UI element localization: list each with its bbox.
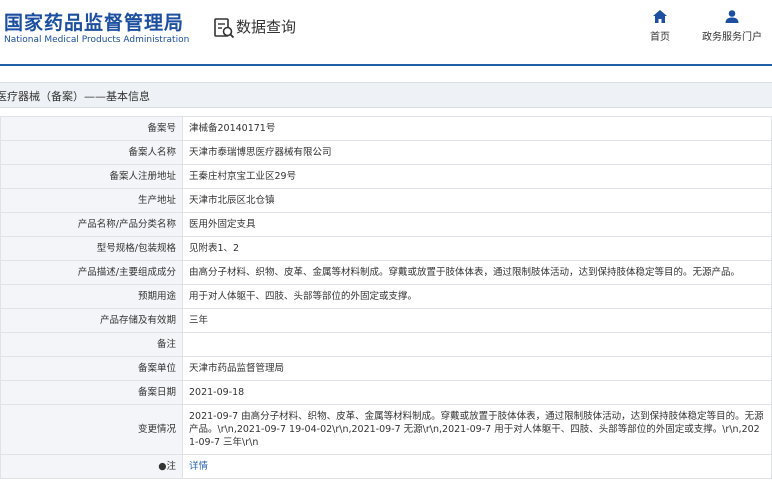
row-value: 天津市北辰区北仓镇 <box>182 188 772 213</box>
row-value: 天津市泰瑞博思医疗器械有限公司 <box>182 140 772 165</box>
table-row: ●注 详情 <box>0 454 772 479</box>
row-label: 备案单位 <box>0 356 183 381</box>
table-row: 备注 <box>0 332 772 357</box>
table-row: 产品存储及有效期 三年 <box>0 308 772 333</box>
site-header: 国家药品监督管理局 National Medical Products Admi… <box>0 0 772 66</box>
row-value: 由高分子材料、织物、皮革、金属等材料制成。穿戴或放置于肢体体表，通过限制肢体活动… <box>182 260 772 285</box>
row-value: 天津市药品监督管理局 <box>182 356 772 381</box>
row-label: 备案号 <box>0 116 183 141</box>
table-row: 产品描述/主要组成成分 由高分子材料、织物、皮革、金属等材料制成。穿戴或放置于肢… <box>0 260 772 285</box>
row-label: 生产地址 <box>0 188 183 213</box>
section-title: 医疗器械（备案）——基本信息 <box>0 90 150 103</box>
row-value: 三年 <box>182 308 772 333</box>
table-row: 备案人注册地址 王秦庄村京宝工业区29号 <box>0 164 772 189</box>
row-value: 医用外固定支具 <box>182 212 772 237</box>
row-label: ●注 <box>0 454 183 479</box>
table-row: 变更情况 2021-09-7 由高分子材料、织物、皮革、金属等材料制成。穿戴或放… <box>0 404 772 455</box>
section-title-bar: 医疗器械（备案）——基本信息 <box>0 82 772 108</box>
nav-home-label: 首页 <box>650 32 670 43</box>
row-value <box>182 332 772 357</box>
row-value: 详情 <box>182 454 772 479</box>
nav-service-portal[interactable]: 政务服务门户 <box>700 10 764 43</box>
table-row: 备案日期 2021-09-18 <box>0 380 772 405</box>
row-value: 津械备20140171号 <box>182 116 772 141</box>
info-table: 备案号 津械备20140171号 备案人名称 天津市泰瑞博思医疗器械有限公司 备… <box>0 116 772 479</box>
change-history-value: 2021-09-7 由高分子材料、织物、皮革、金属等材料制成。穿戴或放置于肢体体… <box>182 404 772 455</box>
row-label: 型号规格/包装规格 <box>0 236 183 261</box>
row-label: 备注 <box>0 332 183 357</box>
row-value: 王秦庄村京宝工业区29号 <box>182 164 772 189</box>
table-row: 型号规格/包装规格 见附表1、2 <box>0 236 772 261</box>
row-label: 预期用途 <box>0 284 183 309</box>
user-icon <box>725 10 739 23</box>
row-value: 2021-09-18 <box>182 380 772 405</box>
home-icon <box>653 10 667 23</box>
row-label: 变更情况 <box>0 404 183 455</box>
row-value: 用于对人体躯干、四肢、头部等部位的外固定或支撑。 <box>182 284 772 309</box>
table-row: 产品名称/产品分类名称 医用外固定支具 <box>0 212 772 237</box>
row-value: 见附表1、2 <box>182 236 772 261</box>
nav-service-label: 政务服务门户 <box>702 32 762 43</box>
details-link[interactable]: 详情 <box>189 461 208 472</box>
nav-home[interactable]: 首页 <box>646 10 674 43</box>
table-row: 备案单位 天津市药品监督管理局 <box>0 356 772 381</box>
row-label: 备案人注册地址 <box>0 164 183 189</box>
table-row: 备案人名称 天津市泰瑞博思医疗器械有限公司 <box>0 140 772 165</box>
table-row: 备案号 津械备20140171号 <box>0 116 772 141</box>
row-label: 产品名称/产品分类名称 <box>0 212 183 237</box>
table-row: 预期用途 用于对人体躯干、四肢、头部等部位的外固定或支撑。 <box>0 284 772 309</box>
data-query-title[interactable]: 数据查询 <box>236 16 296 37</box>
table-row: 生产地址 天津市北辰区北仓镇 <box>0 188 772 213</box>
logo-english[interactable]: National Medical Products Administration <box>4 35 189 45</box>
row-label: 备案人名称 <box>0 140 183 165</box>
logo-chinese[interactable]: 国家药品监督管理局 <box>4 8 184 35</box>
row-label: 备案日期 <box>0 380 183 405</box>
row-label: 产品存储及有效期 <box>0 308 183 333</box>
data-query-icon <box>214 18 235 39</box>
row-label: 产品描述/主要组成成分 <box>0 260 183 285</box>
